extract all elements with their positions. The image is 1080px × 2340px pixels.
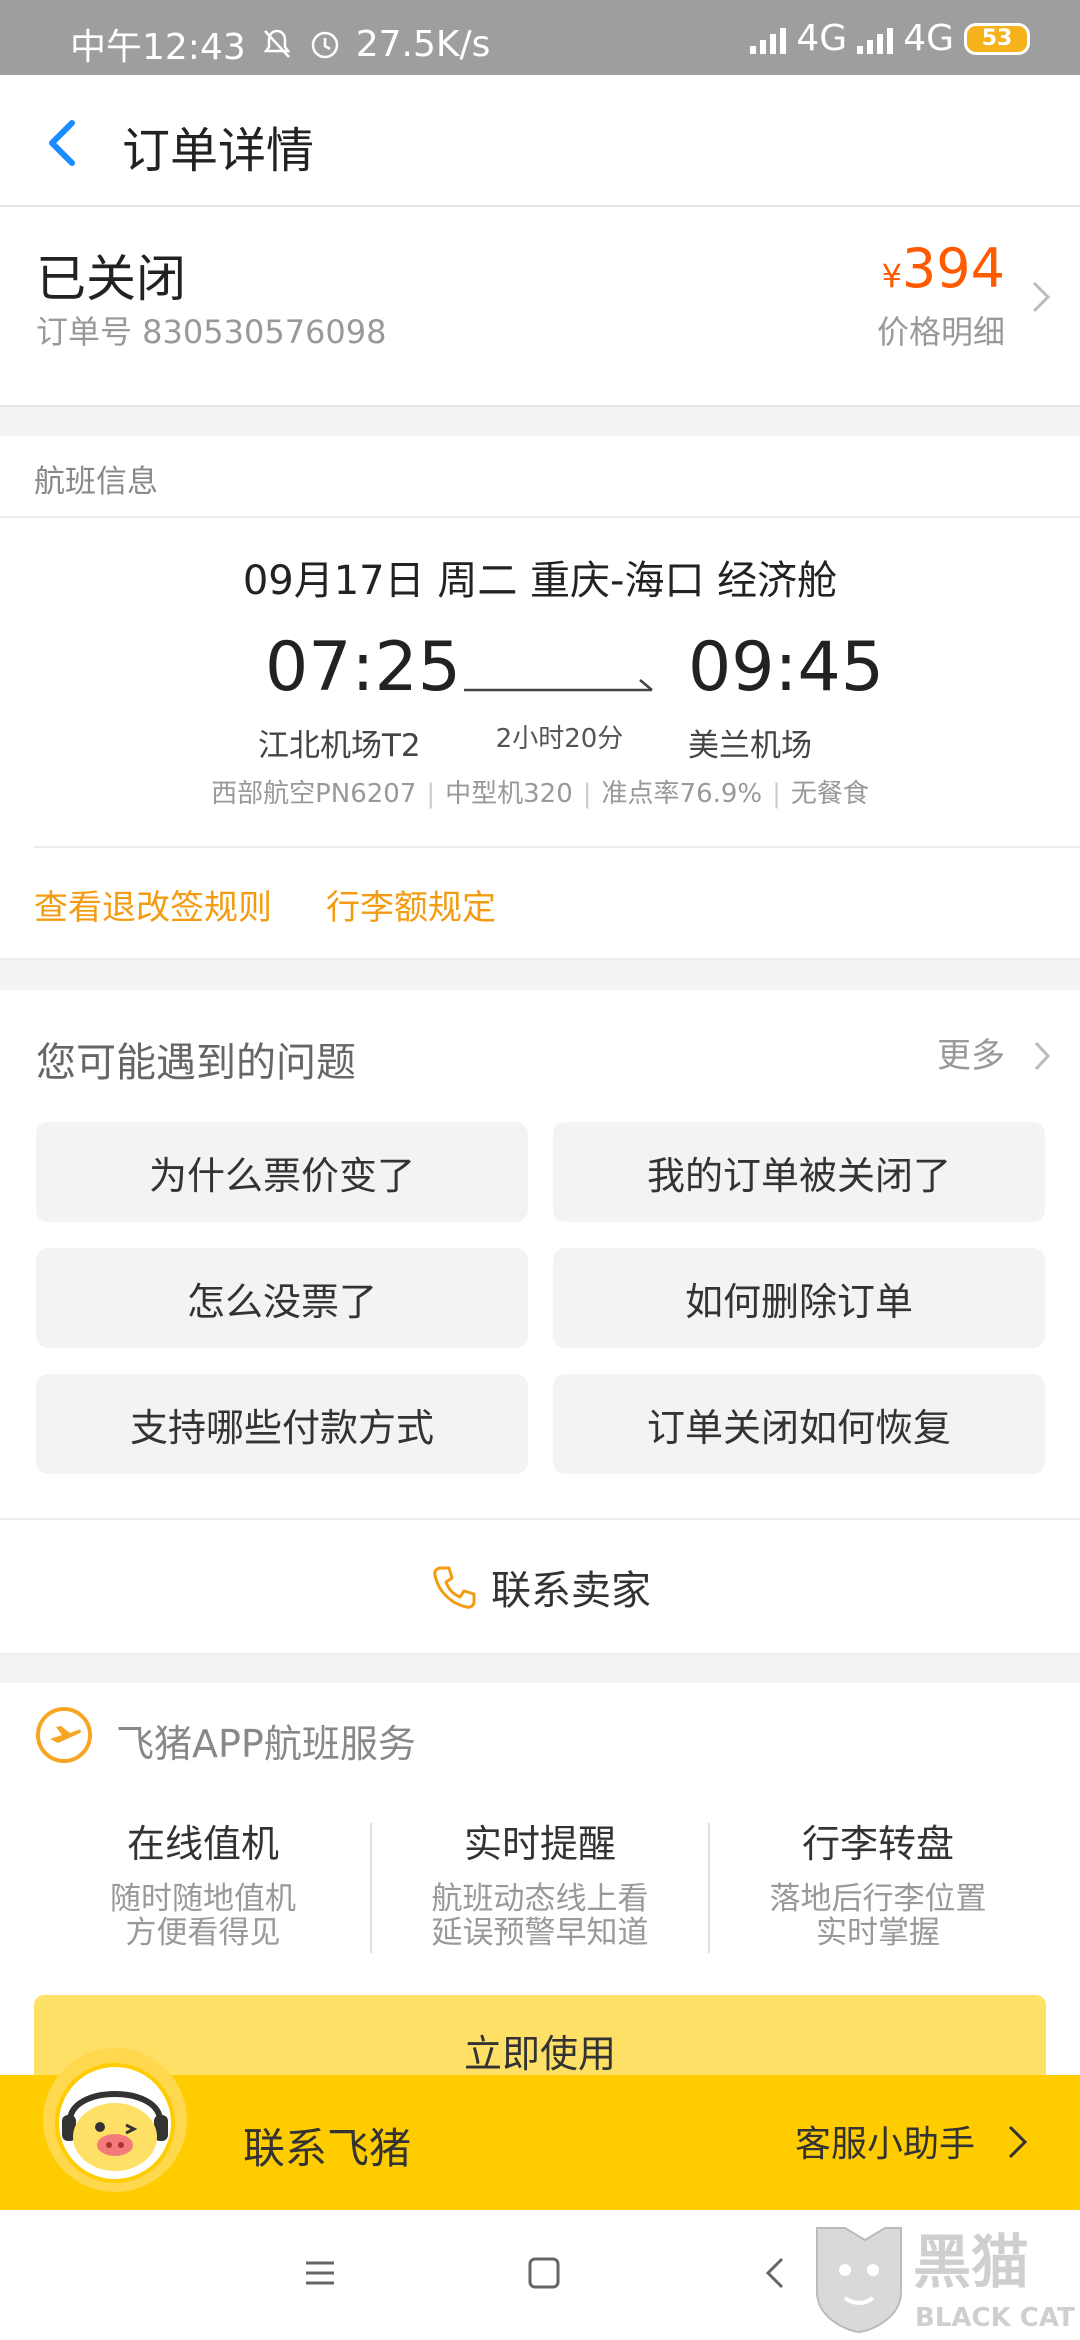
faq-item[interactable]: 订单关闭如何恢复	[553, 1374, 1045, 1474]
feature-desc: 落地后行李位置 实时掌握	[769, 1881, 987, 1951]
status-bar: 中午12:43 27.5K/s 4G 4G 53	[0, 0, 1080, 75]
faq-title: 您可能遇到的问题	[36, 1040, 356, 1086]
section-title: 航班信息	[34, 464, 158, 500]
flight-info: 09月17日 周二 重庆-海口 经济舱 07:25 2小时20分 09:45 江…	[0, 518, 1080, 960]
signal-icon	[750, 24, 787, 54]
system-nav-bar: 黑猫 BLACK CAT	[0, 2210, 1080, 2340]
mascot-avatar-icon[interactable]	[40, 2045, 190, 2195]
departure-time: 07:25	[265, 628, 461, 707]
watermark-en: BLACK CAT	[915, 2303, 1075, 2333]
home-icon[interactable]	[526, 2255, 562, 2291]
faq-section: 您可能遇到的问题 更多 为什么票价变了 我的订单被关闭了 怎么没票了 如何删除订…	[0, 990, 1080, 1520]
order-summary: 已关闭 订单号 830530576098 ¥394 价格明细	[0, 207, 1080, 407]
faq-item[interactable]: 如何删除订单	[553, 1248, 1045, 1348]
flight-date-route: 09月17日 周二 重庆-海口 经济舱	[242, 558, 838, 604]
network-type: 4G	[796, 18, 848, 59]
price-value: 394	[901, 237, 1005, 300]
feature-baggage-carousel: 行李转盘 落地后行李位置 实时掌握	[708, 1813, 1048, 1950]
feature-title: 实时提醒	[463, 1822, 616, 1866]
back-icon[interactable]	[38, 113, 88, 173]
order-status: 已关闭	[36, 250, 186, 308]
feature-online-checkin: 在线值机 随时随地值机 方便看得见	[33, 1813, 373, 1950]
phone-icon	[433, 1566, 476, 1609]
on-time-rate: 准点率76.9%	[601, 779, 763, 809]
signal-icon	[857, 24, 894, 54]
feature-realtime-alert: 实时提醒 航班动态线上看 延误预警早知道	[370, 1813, 710, 1950]
feature-desc: 航班动态线上看 延误预警早知道	[431, 1881, 649, 1951]
watermark-cn: 黑猫	[913, 2228, 1029, 2296]
feature-desc: 随时随地值机 方便看得见	[110, 1881, 296, 1951]
contact-fliggy-label: 联系飞猪	[243, 2124, 412, 2173]
order-price[interactable]: ¥394	[882, 237, 1005, 300]
page-title: 订单详情	[122, 123, 315, 179]
faq-more-link[interactable]: 更多	[937, 1028, 1005, 1077]
network-speed: 27.5K/s	[355, 23, 491, 65]
arrival-airport: 美兰机场	[688, 728, 812, 764]
faq-item[interactable]: 怎么没票了	[36, 1248, 528, 1348]
flight-duration: 2小时20分	[495, 724, 624, 754]
app-header: 订单详情	[0, 75, 1080, 207]
contact-seller-label: 联系卖家	[491, 1567, 651, 1614]
contact-seller-button[interactable]: 联系卖家	[0, 1520, 1080, 1655]
arrival-time: 09:45	[688, 628, 884, 707]
price-detail-link[interactable]: 价格明细	[877, 307, 1005, 353]
alarm-icon	[311, 31, 338, 59]
clock: 中午12:43	[70, 27, 246, 68]
fliggy-logo-icon	[36, 1707, 92, 1763]
service-title: 飞猪APP航班服务	[116, 1722, 416, 1766]
flight-arrow-icon	[464, 679, 653, 692]
faq-item[interactable]: 支持哪些付款方式	[36, 1374, 528, 1474]
currency-symbol: ¥	[881, 257, 902, 295]
chevron-right-icon[interactable]	[1030, 277, 1052, 317]
contact-fliggy-bar[interactable]: 联系飞猪 客服小助手	[0, 2048, 1080, 2210]
back-nav-icon[interactable]	[758, 2255, 794, 2291]
divider	[34, 846, 1080, 848]
mute-bell-icon	[263, 29, 291, 58]
battery-icon: 53	[964, 22, 1030, 55]
menu-icon[interactable]	[302, 2255, 338, 2291]
meal-info: 无餐食	[790, 779, 869, 809]
blackcat-watermark-logo: 黑猫 BLACK CAT	[816, 2227, 1075, 2334]
chevron-right-icon[interactable]	[1006, 2121, 1030, 2163]
faq-item[interactable]: 为什么票价变了	[36, 1122, 528, 1222]
flight-section-header: 航班信息	[0, 436, 1080, 518]
order-number: 订单号 830530576098	[36, 313, 387, 351]
baggage-rules-link[interactable]: 行李额规定	[326, 880, 496, 929]
network-type: 4G	[903, 18, 954, 59]
refund-change-rules-link[interactable]: 查看退改签规则	[34, 880, 272, 929]
feature-title: 在线值机	[126, 1822, 279, 1866]
customer-service-label: 客服小助手	[794, 2124, 975, 2165]
flight-meta: 西部航空PN6207 | 中型机320 | 准点率76.9% | 无餐食	[211, 779, 869, 809]
airline-flight-no: 西部航空PN6207	[211, 779, 417, 809]
aircraft-type: 中型机320	[445, 779, 573, 809]
faq-item[interactable]: 我的订单被关闭了	[553, 1122, 1045, 1222]
feature-title: 行李转盘	[801, 1822, 954, 1866]
departure-airport: 江北机场T2	[258, 728, 421, 764]
chevron-right-icon[interactable]	[1032, 1038, 1052, 1074]
